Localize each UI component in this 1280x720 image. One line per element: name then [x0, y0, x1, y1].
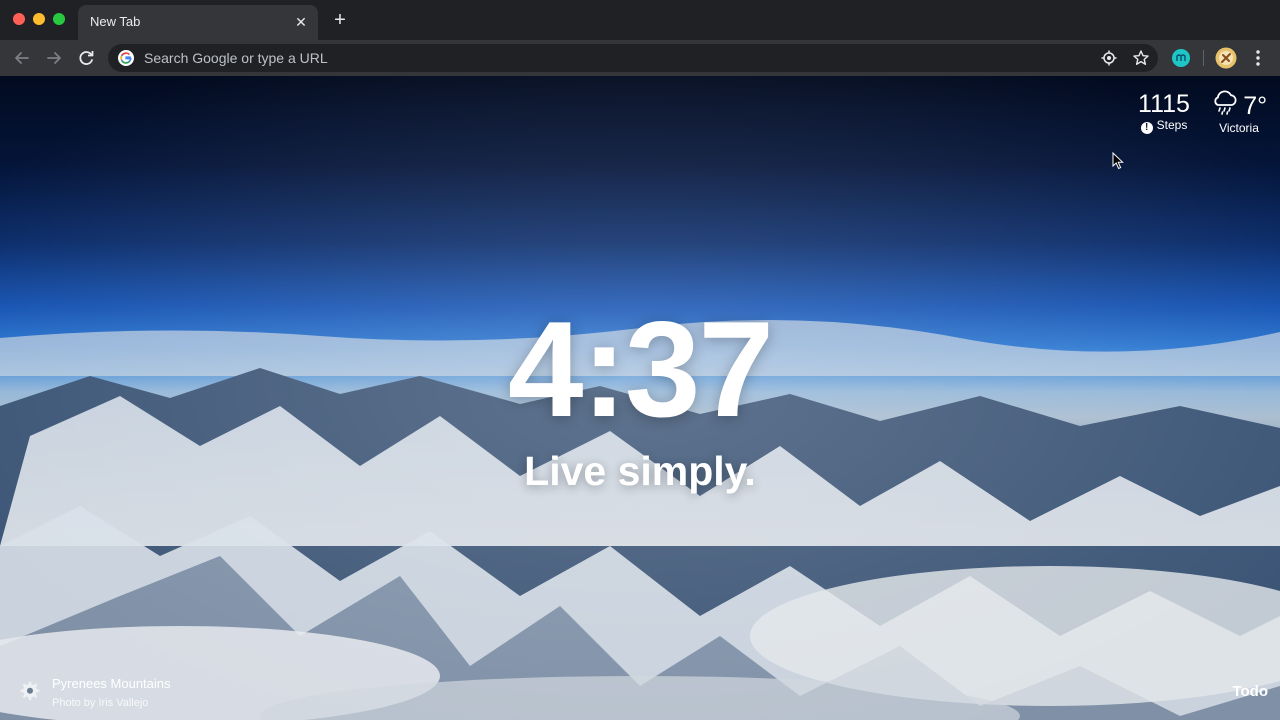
steps-widget[interactable]: 1115 ! Steps: [1134, 90, 1194, 134]
photo-title: Pyrenees Mountains: [52, 676, 171, 691]
star-bookmark-icon[interactable]: [1132, 49, 1150, 67]
address-bar[interactable]: [108, 44, 1158, 72]
back-arrow-icon[interactable]: [11, 47, 33, 69]
tab-new-tab[interactable]: New Tab ✕: [78, 5, 318, 40]
mantra-text[interactable]: Live simply.: [0, 448, 1280, 494]
extension-icon[interactable]: [1171, 48, 1191, 68]
reload-icon[interactable]: [75, 47, 97, 69]
location-target-icon[interactable]: [1100, 49, 1118, 67]
tab-title: New Tab: [90, 14, 141, 29]
todo-button[interactable]: Todo: [1212, 683, 1268, 700]
close-icon[interactable]: ✕: [292, 13, 310, 31]
clock-time: 4:37: [507, 293, 774, 445]
window-close-button[interactable]: [13, 13, 25, 25]
more-menu-icon[interactable]: [1250, 47, 1266, 69]
rain-cloud-icon: [1214, 90, 1237, 115]
steps-label-row: ! Steps: [1134, 118, 1194, 134]
weather-row: 7°: [1200, 90, 1278, 120]
plus-icon[interactable]: +: [330, 10, 350, 30]
alert-icon: !: [1140, 122, 1153, 134]
steps-count: 1115: [1138, 90, 1190, 118]
profile-avatar[interactable]: [1215, 47, 1237, 69]
window-maximize-button[interactable]: [53, 13, 65, 25]
new-tab-page: 1115 ! Steps 7° Victoria 4:37 Live simply…: [0, 76, 1280, 720]
address-input[interactable]: [142, 44, 1082, 72]
browser-toolbar: [0, 40, 1280, 76]
window-minimize-button[interactable]: [33, 13, 45, 25]
browser-chrome: New Tab ✕ +: [0, 0, 1280, 76]
gear-icon[interactable]: [18, 680, 40, 702]
google-icon: [118, 50, 134, 66]
weather-widget[interactable]: 7° Victoria: [1200, 90, 1278, 135]
weather-city: Victoria: [1219, 121, 1259, 135]
photo-info[interactable]: Pyrenees Mountains Photo by Iris Vallejo: [52, 676, 272, 710]
tab-strip: New Tab ✕ +: [0, 0, 1280, 40]
mouse-cursor-icon: [1112, 152, 1124, 170]
photo-credit: Photo by Iris Vallejo: [52, 697, 149, 709]
weather-temperature: 7°: [1243, 92, 1268, 120]
steps-label: Steps: [1156, 118, 1188, 132]
forward-arrow-icon[interactable]: [43, 47, 65, 69]
toolbar-separator: [1203, 50, 1204, 66]
